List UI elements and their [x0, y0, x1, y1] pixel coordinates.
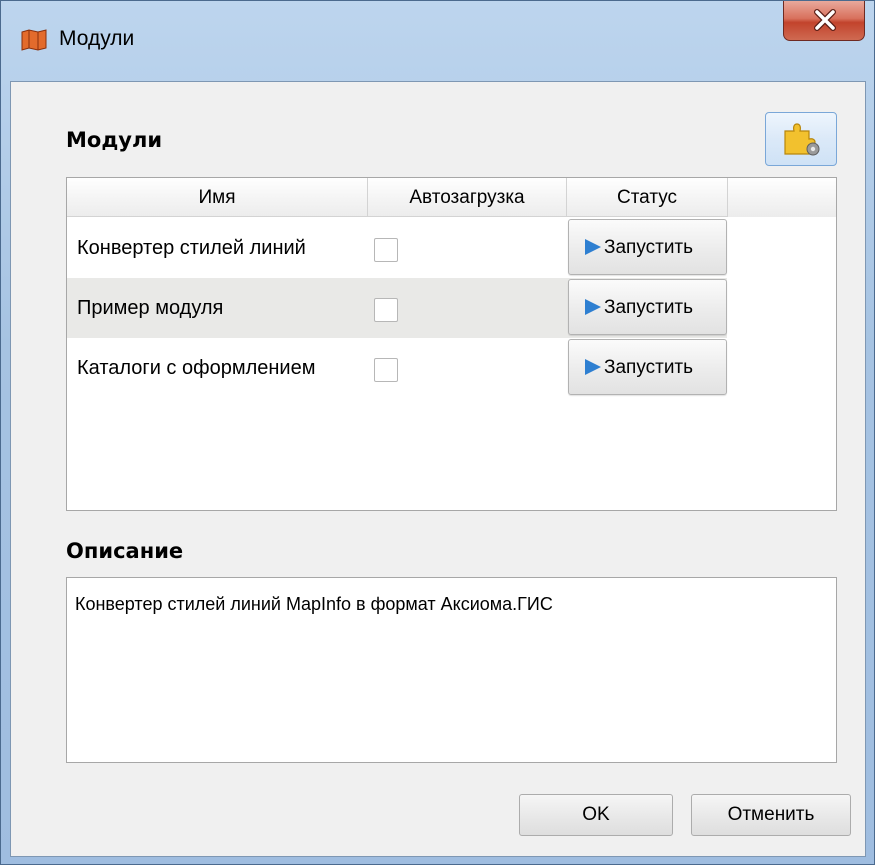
run-button-label: Запустить [604, 297, 694, 318]
table-row[interactable]: Конвертер стилей линий Запустить [67, 218, 727, 278]
window-title: Модули [59, 27, 135, 50]
description-box[interactable]: Конвертер стилей линий MapInfo в формат … [66, 577, 837, 763]
ok-button[interactable]: OK [519, 794, 673, 836]
column-header-autoload[interactable]: Автозагрузка [368, 178, 567, 217]
run-button[interactable]: Запустить [568, 339, 727, 395]
module-name: Каталоги с оформлением [77, 357, 316, 379]
column-header-status[interactable]: Статус [567, 178, 728, 217]
run-button-label: Запустить [604, 357, 694, 378]
table-header: Имя Автозагрузка Статус [67, 178, 836, 217]
run-button-label: Запустить [604, 237, 694, 258]
autoload-checkbox[interactable] [374, 238, 398, 262]
play-icon [585, 299, 601, 315]
run-button[interactable]: Запустить [568, 219, 727, 275]
modules-heading: Модули [66, 128, 163, 152]
run-button[interactable]: Запустить [568, 279, 727, 335]
description-text: Конвертер стилей линий MapInfo в формат … [75, 594, 553, 614]
autoload-checkbox[interactable] [374, 298, 398, 322]
puzzle-gear-icon [784, 123, 820, 156]
close-button[interactable] [783, 1, 865, 41]
autoload-checkbox[interactable] [374, 358, 398, 382]
modules-table: Имя Автозагрузка Статус Конвертер стилей… [66, 177, 837, 511]
table-row[interactable]: Каталоги с оформлением Запустить [67, 338, 727, 398]
column-header-name[interactable]: Имя [67, 178, 368, 217]
description-heading: Описание [66, 539, 184, 563]
plugin-settings-button[interactable] [765, 112, 837, 166]
play-icon [585, 239, 601, 255]
title-bar[interactable]: Модули [1, 1, 875, 81]
modules-dialog: Модули Модули Имя Автозагрузка Статус Ко… [0, 0, 875, 865]
close-x-icon [814, 9, 836, 31]
dialog-client-area: Модули Имя Автозагрузка Статус Конвертер… [10, 81, 866, 857]
module-name: Конвертер стилей линий [77, 237, 306, 259]
map-icon [21, 29, 47, 51]
play-icon [585, 359, 601, 375]
module-name: Пример модуля [77, 297, 224, 319]
cancel-button[interactable]: Отменить [691, 794, 851, 836]
table-row[interactable]: Пример модуля Запустить [67, 278, 727, 338]
